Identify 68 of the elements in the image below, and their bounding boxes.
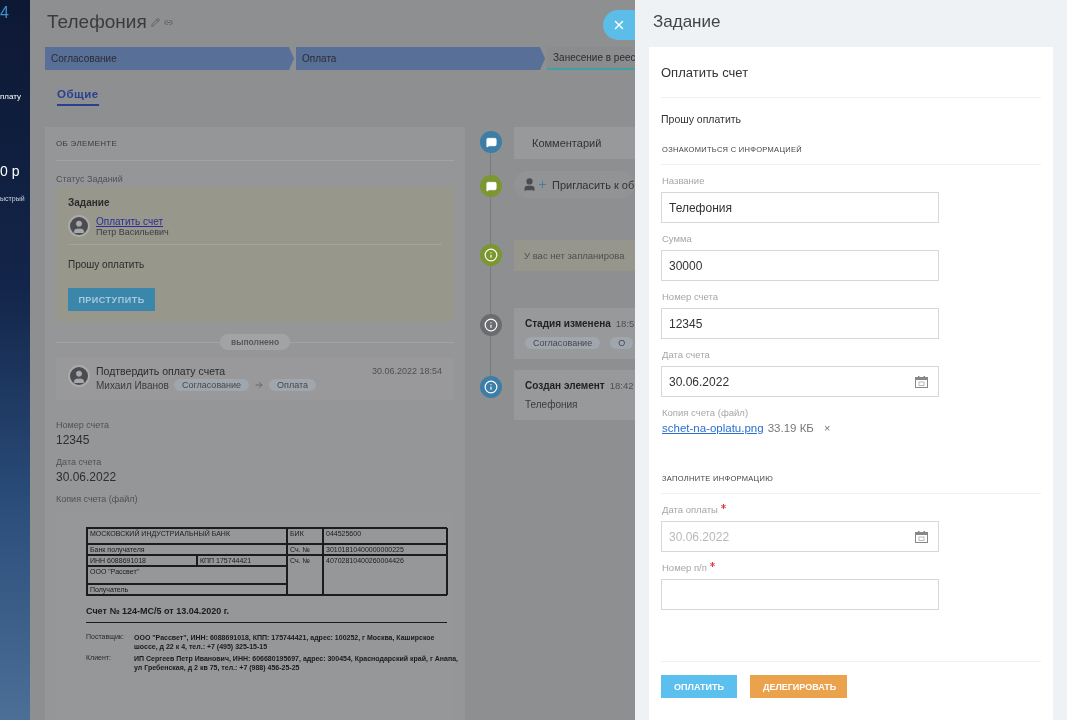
field-label: Копия счета (файл) <box>662 407 749 418</box>
task-title: Подтвердить оплату счета <box>96 365 226 377</box>
required-mark-icon <box>709 562 715 567</box>
event-title: Создан элемент <box>525 380 605 391</box>
arrow-icon <box>254 380 265 390</box>
field-value: 30.06.2022 <box>56 470 118 484</box>
start-button[interactable]: ПРИСТУПИТЬ <box>68 288 155 311</box>
close-icon <box>612 18 626 32</box>
tab[interactable]: Общие <box>57 86 99 106</box>
field-label: Копия счета (файл) <box>56 494 139 504</box>
add-user-icon <box>522 177 548 192</box>
task-time: 30.06.2022 18:54 <box>371 366 442 376</box>
stage-step[interactable]: Согласование <box>45 47 294 70</box>
field-label: Номер счета <box>662 291 718 302</box>
edit-icon[interactable] <box>150 17 160 27</box>
stage-tag: О <box>610 337 634 349</box>
avatar <box>68 365 90 387</box>
comment-icon <box>485 136 497 148</box>
field-value: 12345 <box>56 433 91 447</box>
task-title: Оплатить счет <box>661 65 1041 98</box>
background-text: плату <box>0 91 23 101</box>
event-title: Стадия изменена <box>525 318 611 329</box>
remove-button[interactable]: × <box>823 422 831 434</box>
background-text: 4 <box>0 3 10 22</box>
background-text: 0 р <box>0 162 21 179</box>
field-label: Номер счета <box>56 420 111 430</box>
stage-step[interactable]: Оплата <box>296 47 546 70</box>
status-label: выполнено <box>219 334 291 350</box>
panel-title: Задание <box>652 11 722 33</box>
event-time: 18:5 <box>615 318 635 329</box>
person-name: Михаил Иванов <box>96 379 169 391</box>
calendar-icon[interactable] <box>915 375 928 388</box>
page-title: Телефония <box>47 11 147 33</box>
assignee-name: Петр Васильевич <box>96 226 169 237</box>
file-size: 33.19 КБ <box>767 422 814 434</box>
field-label: Сумма <box>662 233 692 244</box>
required-mark-icon <box>720 504 726 509</box>
stage-tag: Согласование <box>525 337 601 349</box>
task-message: Прошу оплатить <box>68 259 146 270</box>
task-link[interactable]: Оплатить счет <box>96 215 169 227</box>
notice-card: У вас нет запланирова <box>514 240 635 271</box>
field-label: Номер п/п <box>662 562 707 573</box>
field-label: Название <box>662 175 705 186</box>
calendar-icon[interactable] <box>915 530 928 543</box>
field-label: Дата счета <box>662 349 710 360</box>
avatar <box>68 215 90 237</box>
invoice-title: Счет № 124-МС/5 от 13.04.2020 г. <box>86 606 447 623</box>
invite-button[interactable]: Пригласить к об <box>514 171 635 198</box>
date-field[interactable]: 30.06.2022 <box>661 366 939 397</box>
field-label: Статус Заданий <box>56 174 124 184</box>
input-field[interactable]: Телефония <box>661 192 939 223</box>
link-icon[interactable] <box>163 17 173 27</box>
comment-field[interactable]: Комментарий <box>514 127 635 159</box>
field-label: Дата оплаты <box>662 504 718 515</box>
event-time: 18:42 <box>609 380 634 391</box>
comment-icon <box>485 180 497 192</box>
event-text: Телефония <box>525 399 578 410</box>
field-label: Дата счета <box>56 457 103 467</box>
input-field[interactable]: 30000 <box>661 250 939 281</box>
stage-tag: Согласование <box>173 379 250 391</box>
task-heading: Задание <box>68 197 111 208</box>
input-field[interactable] <box>661 579 939 610</box>
close-button[interactable] <box>603 10 635 40</box>
file-link[interactable]: schet-na-oplatu.png <box>662 422 764 434</box>
input-field[interactable]: 12345 <box>661 308 939 339</box>
stage-tag: Оплата <box>269 379 317 391</box>
task-message: Прошу оплатить <box>661 113 743 125</box>
section-heading: ОБ ЭЛЕМЕНТЕ <box>56 137 454 161</box>
